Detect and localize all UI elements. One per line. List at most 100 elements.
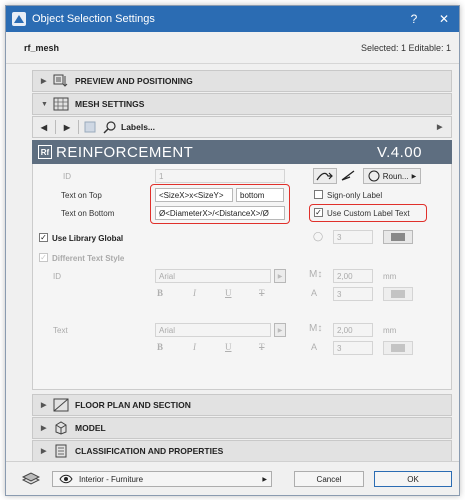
text-pen-swatch[interactable]: [383, 341, 413, 355]
layer-dropdown[interactable]: Interior - Furniture ▶: [52, 471, 272, 487]
strikethrough-button[interactable]: T: [259, 288, 265, 298]
pen-swatch-icon: [391, 233, 405, 241]
arrow-pointer-icon: [316, 172, 333, 181]
selection-info: Selected: 1 Editable: 1: [360, 42, 451, 53]
dropdown-arrow-icon: ▶: [262, 476, 267, 483]
highlight-text-fields: [150, 184, 290, 224]
expand-arrow-icon: ▶: [41, 402, 47, 409]
labels-settings-body: ID 1 Roun... ▶ Text on Top <SizeX>x<Size…: [32, 164, 452, 390]
previous-page-icon[interactable]: ◀: [37, 119, 51, 135]
font-select[interactable]: Arial: [155, 323, 271, 337]
section-classification-and-properties[interactable]: ▶ CLASSIFICATION AND PROPERTIES: [32, 440, 452, 462]
pen-icon: ◯: [313, 231, 324, 241]
preview-icon: [53, 74, 68, 87]
dropdown-arrow-icon[interactable]: ▶: [437, 123, 451, 131]
pen-input[interactable]: 3: [333, 230, 373, 244]
text-on-top-label: Text on Top: [61, 191, 102, 200]
section-preview-and-positioning[interactable]: ▶ PREVIEW AND POSITIONING: [32, 70, 452, 92]
leader-line-button[interactable]: [340, 168, 360, 184]
layer-stack-icon: [22, 472, 40, 485]
text-pen-icon: A: [311, 342, 318, 352]
banner-title: REINFORCEMENT: [56, 143, 194, 161]
text-size-icon: M↕: [309, 323, 323, 334]
strikethrough-button[interactable]: T: [259, 342, 265, 352]
page-navigation-bar: ◀ ▶ Labels... ▶: [32, 116, 452, 138]
mesh-icon: [53, 97, 69, 111]
different-text-style-checkbox[interactable]: ✓: [39, 253, 48, 262]
pen-color-swatch[interactable]: [383, 230, 413, 244]
settings-panels: ▶ PREVIEW AND POSITIONING ▼ MESH SETTING…: [32, 70, 452, 463]
collapse-arrow-icon: ▼: [41, 100, 48, 108]
leader-line-icon: [341, 170, 355, 181]
section-label: MODEL: [75, 423, 106, 433]
font-dropdown-icon[interactable]: ▶: [274, 323, 286, 337]
bold-button[interactable]: B: [157, 288, 163, 298]
highlight-custom-label-checkbox: [309, 204, 427, 222]
text-size-unit: mm: [383, 326, 397, 335]
banner-version: V.4.00: [377, 143, 422, 161]
text-pen-input[interactable]: 3: [333, 287, 373, 301]
section-label: FLOOR PLAN AND SECTION: [75, 400, 191, 410]
divider: [78, 120, 79, 134]
expand-arrow-icon: ▶: [41, 448, 47, 455]
ok-button[interactable]: OK: [374, 471, 452, 487]
use-library-global-checkbox[interactable]: ✓: [39, 233, 48, 242]
style-row-label: ID: [53, 272, 61, 281]
anchor-point-dropdown[interactable]: Roun... ▶: [363, 168, 421, 184]
floor-plan-icon: [53, 398, 69, 412]
object-header: rf_mesh Selected: 1 Editable: 1: [6, 32, 459, 64]
label-pointer-button[interactable]: [313, 168, 337, 184]
text-pen-icon: A: [311, 288, 318, 298]
page-thumbnail-icon[interactable]: [83, 120, 97, 134]
dialog-footer: Interior - Furniture ▶ Cancel OK: [6, 461, 459, 495]
pen-swatch-icon: [391, 290, 405, 298]
use-library-global-label: Use Library Global: [52, 234, 124, 243]
text-size-input[interactable]: 2,00: [333, 323, 373, 337]
labels-search-icon: [103, 121, 116, 134]
expand-arrow-icon: ▶: [41, 425, 47, 432]
visibility-eye-icon: [59, 474, 73, 484]
section-label: CLASSIFICATION AND PROPERTIES: [75, 446, 224, 456]
section-floor-plan-and-section[interactable]: ▶ FLOOR PLAN AND SECTION: [32, 394, 452, 416]
close-button[interactable]: ✕: [429, 12, 459, 26]
italic-button[interactable]: I: [193, 288, 196, 298]
sign-only-label-checkbox[interactable]: [314, 190, 323, 199]
window-title: Object Selection Settings: [32, 13, 155, 25]
text-size-icon: M↕: [309, 269, 323, 280]
title-bar: Object Selection Settings ? ✕: [6, 6, 459, 32]
cancel-button[interactable]: Cancel: [294, 471, 364, 487]
bold-button[interactable]: B: [157, 342, 163, 352]
text-pen-input[interactable]: 3: [333, 341, 373, 355]
section-label: PREVIEW AND POSITIONING: [75, 76, 193, 86]
id-label: ID: [63, 172, 71, 181]
labels-page-dropdown[interactable]: Labels...: [121, 122, 437, 132]
text-size-input[interactable]: 2,00: [333, 269, 373, 283]
underline-button[interactable]: U: [225, 288, 232, 298]
section-mesh-settings[interactable]: ▼ MESH SETTINGS: [32, 93, 452, 115]
help-button[interactable]: ?: [399, 12, 429, 26]
pen-swatch-icon: [391, 344, 405, 352]
style-row-label: Text: [53, 326, 68, 335]
font-select[interactable]: Arial: [155, 269, 271, 283]
section-model[interactable]: ▶ MODEL: [32, 417, 452, 439]
reinforcement-banner: Rf REINFORCEMENT V.4.00: [32, 140, 452, 164]
next-page-icon[interactable]: ▶: [60, 119, 74, 135]
classification-icon: [55, 444, 67, 458]
text-size-unit: mm: [383, 272, 397, 281]
reinforcement-logo: Rf: [38, 145, 52, 159]
sign-only-label-text: Sign-only Label: [327, 191, 383, 200]
divider: [55, 120, 56, 134]
section-label: MESH SETTINGS: [75, 99, 145, 109]
round-anchor-icon: [368, 170, 380, 182]
italic-button[interactable]: I: [193, 342, 196, 352]
text-pen-swatch[interactable]: [383, 287, 413, 301]
different-text-style-label: Different Text Style: [52, 254, 125, 263]
dropdown-arrow-icon: ▶: [411, 173, 417, 180]
expand-arrow-icon: ▶: [41, 78, 47, 85]
underline-button[interactable]: U: [225, 342, 232, 352]
object-name: rf_mesh: [24, 42, 60, 53]
anchor-point-value: Roun...: [382, 171, 409, 181]
font-dropdown-icon[interactable]: ▶: [274, 269, 286, 283]
id-input[interactable]: 1: [155, 169, 285, 183]
layer-name: Interior - Furniture: [79, 474, 144, 484]
